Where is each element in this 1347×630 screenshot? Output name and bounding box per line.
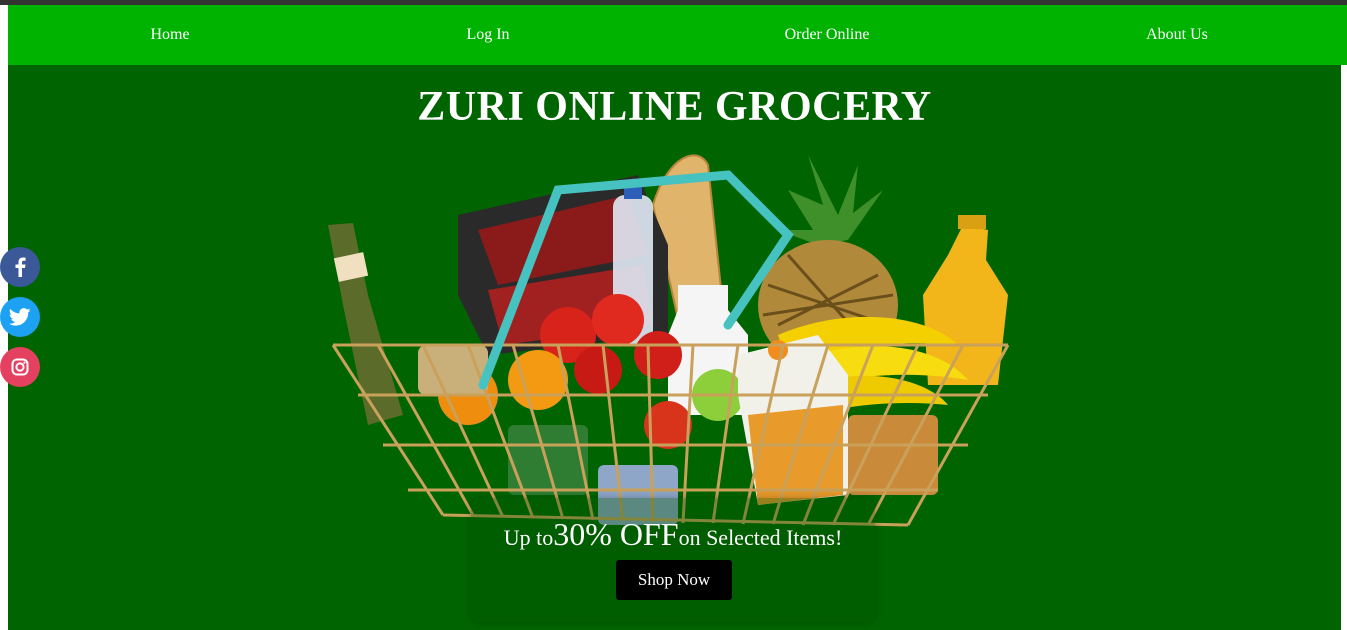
nav-about-us-link[interactable]: About Us (1146, 5, 1208, 65)
nav-home-link[interactable]: Home (150, 5, 189, 65)
nav-login-link[interactable]: Log In (466, 5, 509, 65)
nav-order-online-link[interactable]: Order Online (785, 5, 870, 65)
instagram-icon (11, 358, 29, 376)
page-title: ZURI ONLINE GROCERY (417, 84, 932, 130)
offer-prefix: Up to (503, 525, 554, 550)
hero-section: ZURI ONLINE GROCERY Up to30% OFFon Selec… (8, 65, 1341, 630)
shop-now-button[interactable]: Shop Now (616, 560, 732, 600)
offer-suffix: on Selected Items! (678, 525, 843, 550)
offer-amount: 30% OFF (553, 516, 679, 552)
facebook-icon (15, 257, 26, 277)
instagram-link[interactable] (0, 347, 40, 387)
grocery-basket-image (328, 154, 1010, 527)
facebook-link[interactable] (0, 247, 40, 287)
main-nav: Home Log In Order Online About Us (8, 5, 1347, 65)
offer-text: Up to30% OFFon Selected Items! (471, 516, 875, 553)
offer-box: Up to30% OFFon Selected Items! Shop Now (471, 498, 875, 622)
twitter-link[interactable] (0, 297, 40, 337)
twitter-icon (9, 308, 31, 326)
